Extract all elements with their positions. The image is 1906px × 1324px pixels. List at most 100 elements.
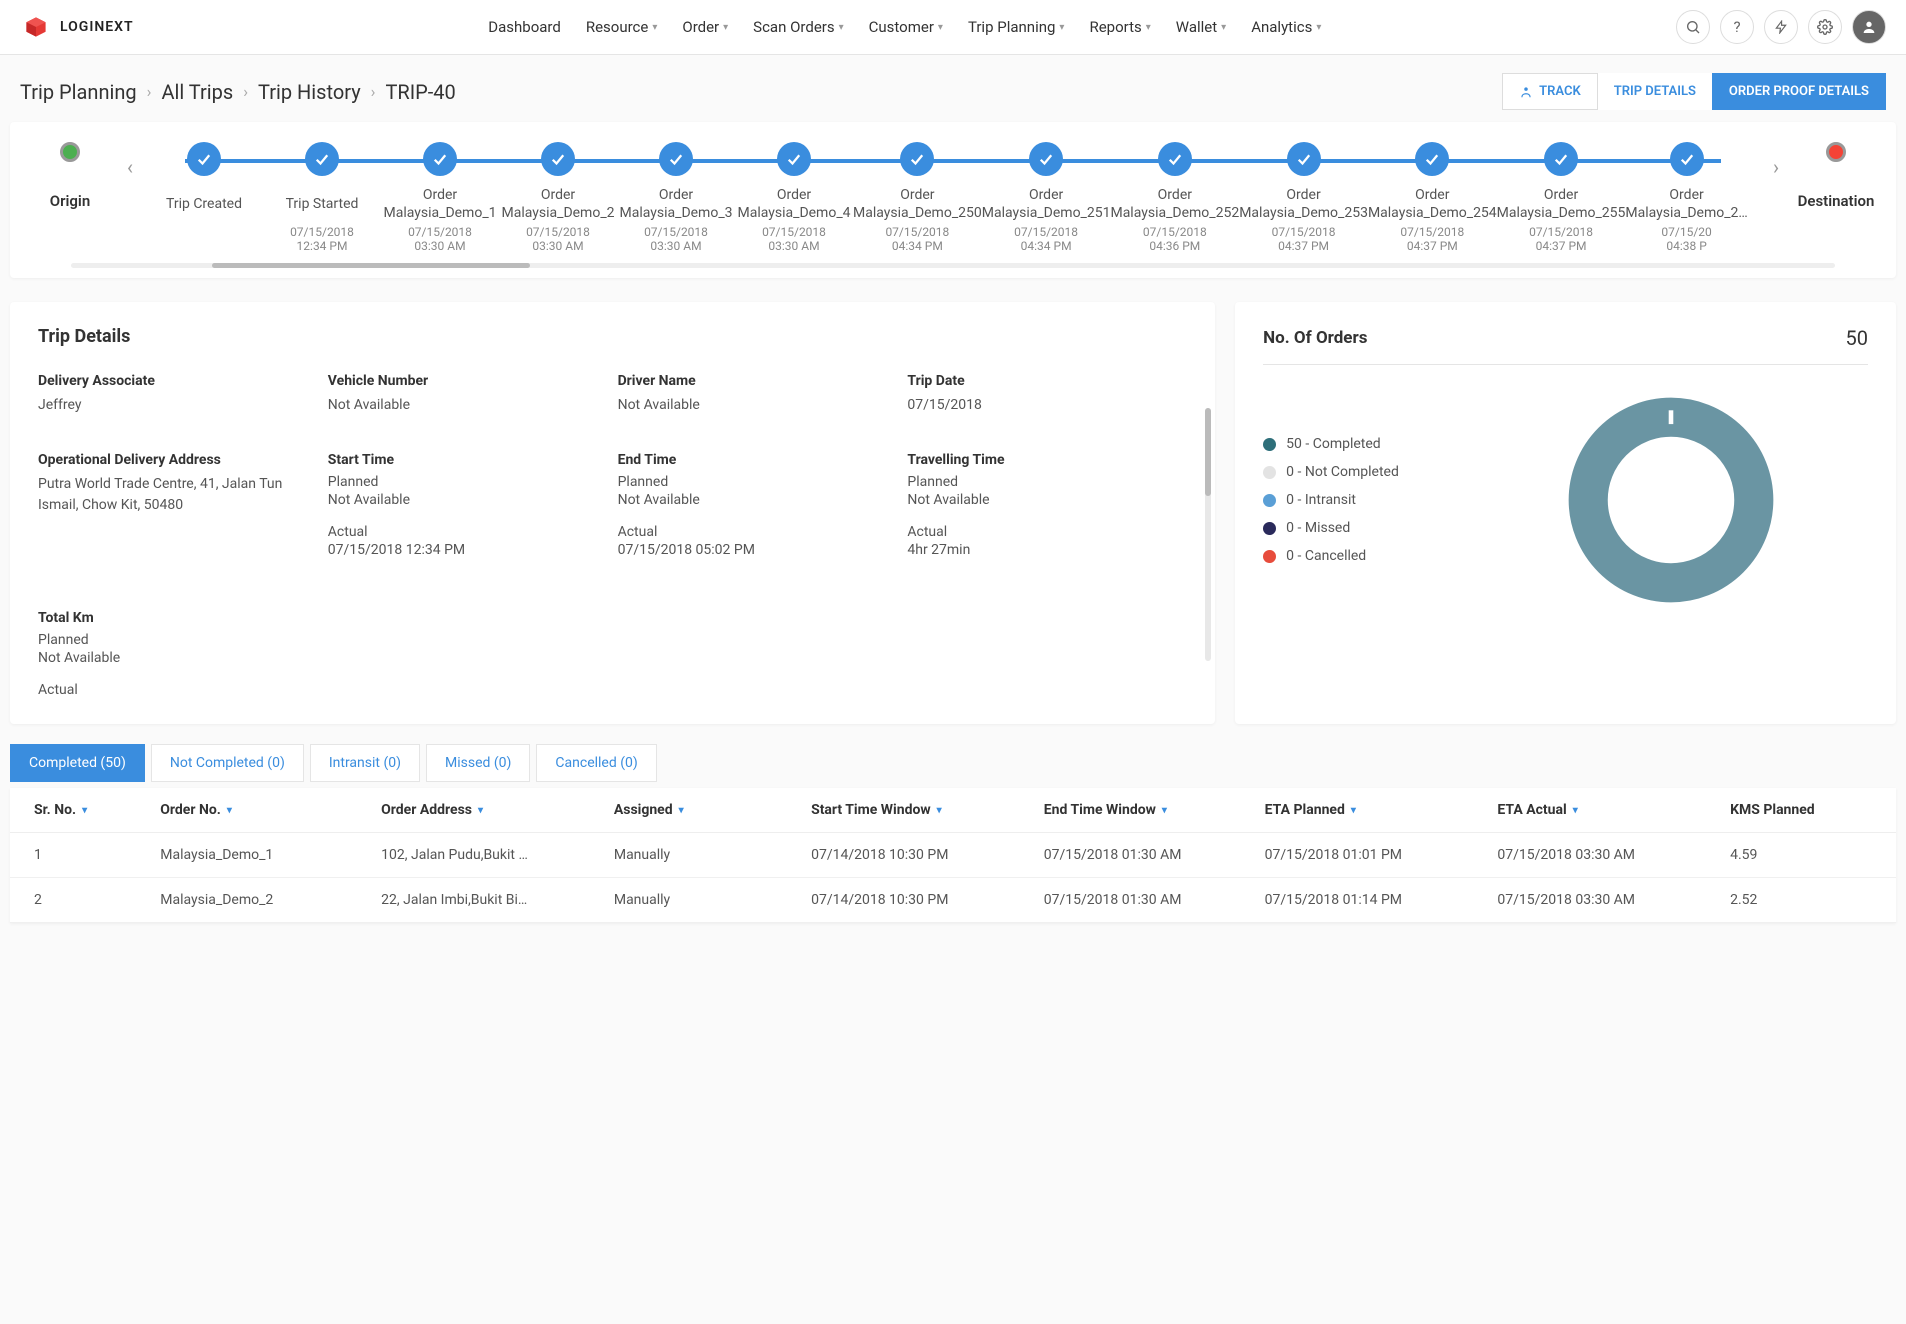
tab-cancelled[interactable]: Cancelled (0) [536, 744, 656, 782]
breadcrumb-item[interactable]: TRIP-40 [385, 80, 455, 104]
breadcrumb-item[interactable]: Trip History [258, 80, 361, 104]
chevron-down-icon: ▾ [1059, 22, 1064, 33]
tab-not[interactable]: Not Completed (0) [151, 744, 304, 782]
timeline-item[interactable]: Order Malaysia_Demo_25507/15/201804:37 P… [1497, 142, 1626, 253]
settings-icon[interactable] [1808, 10, 1842, 44]
nav-resource[interactable]: Resource▾ [586, 18, 658, 36]
breadcrumb-item[interactable]: All Trips [161, 80, 233, 104]
destination-endpoint: Destination [1791, 142, 1881, 210]
orders-legend: 50 - Completed0 - Not Completed0 - Intra… [1263, 436, 1443, 564]
legend-swatch [1263, 438, 1276, 451]
legend-item: 50 - Completed [1263, 436, 1443, 452]
tab-completed[interactable]: Completed (50) [10, 744, 145, 782]
origin-pin-icon [60, 142, 80, 162]
table-row[interactable]: 1Malaysia_Demo_1102, Jalan Pudu,Bukit …M… [10, 833, 1896, 878]
sort-icon: ▾ [1573, 805, 1578, 816]
details-scrollbar[interactable] [1205, 408, 1211, 661]
breadcrumb: Trip Planning›All Trips›Trip History›TRI… [20, 80, 456, 104]
nav-dashboard[interactable]: Dashboard [488, 18, 561, 36]
check-icon [541, 142, 575, 176]
brand-name: LOGINEXT [60, 19, 134, 35]
chevron-down-icon: ▾ [938, 22, 943, 33]
end-time-field: End Time Planned Not Available Actual 07… [618, 452, 878, 574]
breadcrumb-item[interactable]: Trip Planning [20, 80, 137, 104]
lightning-icon[interactable] [1764, 10, 1798, 44]
trip-details-card: Trip Details Delivery Associate Jeffrey … [10, 302, 1215, 724]
legend-swatch [1263, 494, 1276, 507]
column-header[interactable]: ETA Actual▾ [1497, 802, 1722, 818]
order-proof-details-button[interactable]: ORDER PROOF DETAILS [1712, 73, 1886, 110]
travelling-time-field: Travelling Time Planned Not Available Ac… [907, 452, 1167, 574]
chevron-down-icon: ▾ [723, 22, 728, 33]
timeline-item[interactable]: Order Malaysia_Demo_207/15/201803:30 AM [499, 142, 617, 253]
column-header[interactable]: KMS Planned [1730, 802, 1872, 818]
tab-intransit[interactable]: Intransit (0) [310, 744, 420, 782]
orders-table: Sr. No.▾ Order No.▾ Order Address▾ Assigned… [10, 788, 1896, 923]
help-icon[interactable]: ? [1720, 10, 1754, 44]
chevron-down-icon: ▾ [1146, 22, 1151, 33]
column-header[interactable]: Sr. No.▾ [34, 802, 152, 818]
check-icon [1415, 142, 1449, 176]
table-row[interactable]: 2Malaysia_Demo_222, Jalan Imbi,Bukit Bi…… [10, 878, 1896, 923]
legend-item: 0 - Intransit [1263, 492, 1443, 508]
delivery-address-field: Operational Delivery Address Putra World… [38, 452, 298, 574]
timeline-item[interactable]: Order Malaysia_Demo_25207/15/201804:36 P… [1110, 142, 1239, 253]
trip-details-title: Trip Details [38, 326, 1187, 347]
check-icon [305, 142, 339, 176]
orders-summary-card: No. Of Orders 50 50 - Completed0 - Not C… [1235, 302, 1896, 724]
timeline-item[interactable]: Trip Started07/15/201812:34 PM [263, 142, 381, 253]
timeline-item[interactable]: Order Malaysia_Demo_25307/15/201804:37 P… [1239, 142, 1368, 253]
timeline-item[interactable]: Order Malaysia_Demo_107/15/201803:30 AM [381, 142, 499, 253]
tab-missed[interactable]: Missed (0) [426, 744, 530, 782]
legend-item: 0 - Cancelled [1263, 548, 1443, 564]
sort-icon: ▾ [937, 805, 942, 816]
search-icon[interactable] [1676, 10, 1710, 44]
column-header[interactable]: Start Time Window▾ [811, 802, 1036, 818]
nav-scan-orders[interactable]: Scan Orders▾ [753, 18, 843, 36]
nav-reports[interactable]: Reports▾ [1089, 18, 1150, 36]
sort-icon: ▾ [1351, 805, 1356, 816]
breadcrumb-row: Trip Planning›All Trips›Trip History›TRI… [0, 55, 1906, 122]
timeline-item[interactable]: Order Malaysia_Demo_2…07/15/2004:38 P [1625, 142, 1747, 253]
check-icon [423, 142, 457, 176]
column-header[interactable]: Assigned▾ [614, 802, 803, 818]
chevron-down-icon: ▾ [652, 22, 657, 33]
column-header[interactable]: ETA Planned▾ [1265, 802, 1490, 818]
trip-details-button[interactable]: TRIP DETAILS [1598, 73, 1712, 110]
timeline-prev-button[interactable]: ‹ [115, 142, 145, 192]
nav-trip-planning[interactable]: Trip Planning▾ [968, 18, 1065, 36]
origin-endpoint: Origin [25, 142, 115, 210]
column-header[interactable]: End Time Window▾ [1044, 802, 1257, 818]
app-header: LOGINEXT Dashboard Resource▾ Order▾ Scan Or… [0, 0, 1906, 55]
table-header: Sr. No.▾ Order No.▾ Order Address▾ Assigned… [10, 788, 1896, 833]
avatar[interactable] [1852, 10, 1886, 44]
legend-swatch [1263, 522, 1276, 535]
timeline-item[interactable]: Order Malaysia_Demo_407/15/201803:30 AM [735, 142, 853, 253]
timeline-item[interactable]: Order Malaysia_Demo_25407/15/201804:37 P… [1368, 142, 1497, 253]
page-actions: TRACK TRIP DETAILS ORDER PROOF DETAILS [1502, 73, 1886, 110]
timeline-card: Origin ‹ Trip CreatedTrip Started07/15/2… [10, 122, 1896, 278]
timeline-scrollbar[interactable] [71, 263, 1834, 268]
nav-analytics[interactable]: Analytics▾ [1251, 18, 1321, 36]
check-icon [900, 142, 934, 176]
nav-customer[interactable]: Customer▾ [869, 18, 943, 36]
nav-order[interactable]: Order▾ [682, 18, 728, 36]
order-status-tabs: Completed (50)Not Completed (0)Intransit… [10, 744, 1896, 782]
column-header[interactable]: Order No.▾ [160, 802, 373, 818]
timeline-item[interactable]: Order Malaysia_Demo_25007/15/201804:34 P… [853, 142, 982, 253]
timeline-item[interactable]: Order Malaysia_Demo_307/15/201803:30 AM [617, 142, 735, 253]
check-icon [1287, 142, 1321, 176]
timeline-item[interactable]: Trip Created [145, 142, 263, 225]
check-icon [187, 142, 221, 176]
track-button[interactable]: TRACK [1502, 73, 1598, 110]
start-time-field: Start Time Planned Not Available Actual … [328, 452, 588, 574]
legend-swatch [1263, 466, 1276, 479]
orders-count: 50 [1846, 326, 1868, 350]
column-header[interactable]: Order Address▾ [381, 802, 606, 818]
timeline-next-button[interactable]: › [1761, 142, 1791, 192]
nav-wallet[interactable]: Wallet▾ [1176, 18, 1226, 36]
timeline-item[interactable]: Order Malaysia_Demo_25107/15/201804:34 P… [982, 142, 1111, 253]
brand[interactable]: LOGINEXT [20, 11, 134, 43]
chevron-down-icon: ▾ [839, 22, 844, 33]
sort-icon: ▾ [1162, 805, 1167, 816]
